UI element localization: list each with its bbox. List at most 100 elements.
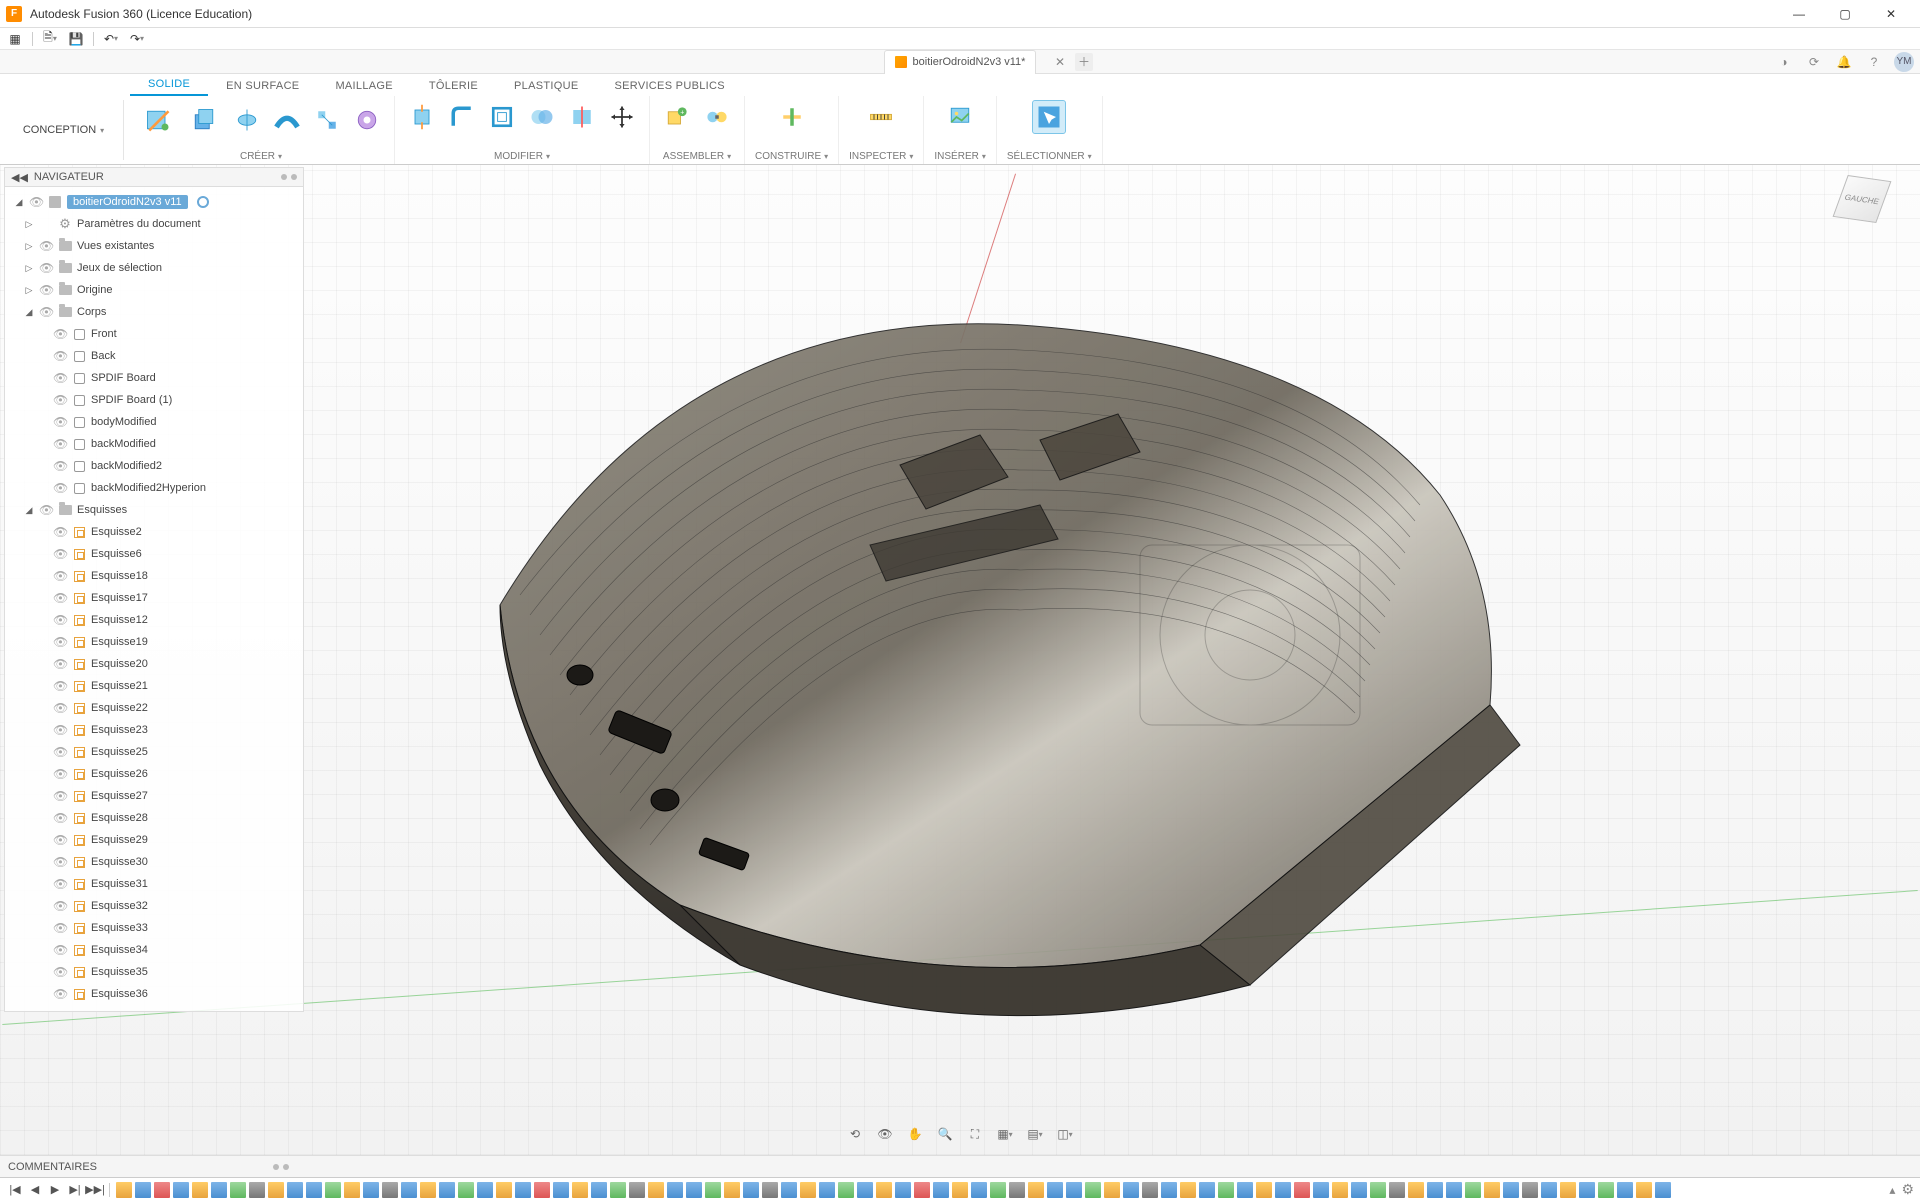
shell-tool[interactable]	[485, 100, 519, 134]
visibility-eye-icon[interactable]: 👁	[53, 921, 67, 935]
timeline-feature[interactable]	[1332, 1182, 1348, 1198]
timeline-feature[interactable]	[1408, 1182, 1424, 1198]
tree-body-backmodified2hyperion[interactable]: 👁backModified2Hyperion	[5, 477, 303, 499]
timeline-feature[interactable]	[496, 1182, 512, 1198]
visibility-eye-icon[interactable]: 👁	[53, 613, 67, 627]
notifications-icon[interactable]: 🔔	[1834, 52, 1854, 72]
visibility-eye-icon[interactable]: 👁	[39, 503, 53, 517]
timeline-feature[interactable]	[192, 1182, 208, 1198]
timeline-feature[interactable]	[914, 1182, 930, 1198]
combine-tool[interactable]	[525, 100, 559, 134]
emboss-tool[interactable]	[350, 103, 384, 137]
extrude-tool[interactable]	[184, 100, 224, 140]
tree-item-paramètres-du-document[interactable]: ▷⚙Paramètres du document	[5, 213, 303, 235]
construct-tool[interactable]	[775, 100, 809, 134]
activate-radio-icon[interactable]	[197, 196, 209, 208]
viewports-button[interactable]: ◫▾	[1054, 1123, 1076, 1145]
tree-body-spdif-board-1-[interactable]: 👁SPDIF Board (1)	[5, 389, 303, 411]
timeline-feature[interactable]	[857, 1182, 873, 1198]
timeline-feature[interactable]	[1446, 1182, 1462, 1198]
help-icon[interactable]: ?	[1864, 52, 1884, 72]
browser-header[interactable]: ◀◀ NAVIGATEUR	[4, 167, 304, 187]
expand-triangle-icon[interactable]: ◢	[24, 307, 34, 318]
tree-body-front[interactable]: 👁Front	[5, 323, 303, 345]
timeline-feature[interactable]	[1598, 1182, 1614, 1198]
timeline-feature[interactable]	[838, 1182, 854, 1198]
group-label-selectionner[interactable]: SÉLECTIONNER▾	[1007, 151, 1092, 162]
timeline-feature[interactable]	[591, 1182, 607, 1198]
visibility-eye-icon[interactable]: 👁	[53, 745, 67, 759]
revolve-tool[interactable]	[230, 103, 264, 137]
tree-sketch-esquisse34[interactable]: 👁Esquisse34	[5, 939, 303, 961]
timeline-feature[interactable]	[667, 1182, 683, 1198]
tree-sketch-esquisse25[interactable]: 👁Esquisse25	[5, 741, 303, 763]
new-component-tool[interactable]: +	[660, 100, 694, 134]
tree-folder-esquisses[interactable]: ◢👁Esquisses	[5, 499, 303, 521]
tree-sketch-esquisse20[interactable]: 👁Esquisse20	[5, 653, 303, 675]
pan-button[interactable]: ✋	[904, 1123, 926, 1145]
tree-sketch-esquisse6[interactable]: 👁Esquisse6	[5, 543, 303, 565]
timeline-feature[interactable]	[1256, 1182, 1272, 1198]
timeline-feature[interactable]	[1655, 1182, 1671, 1198]
visibility-eye-icon[interactable]: 👁	[53, 459, 67, 473]
timeline-feature[interactable]	[819, 1182, 835, 1198]
tree-sketch-esquisse21[interactable]: 👁Esquisse21	[5, 675, 303, 697]
tree-sketch-esquisse18[interactable]: 👁Esquisse18	[5, 565, 303, 587]
visibility-eye-icon[interactable]: 👁	[53, 547, 67, 561]
timeline-feature[interactable]	[154, 1182, 170, 1198]
tree-body-back[interactable]: 👁Back	[5, 345, 303, 367]
grid-button[interactable]: ▤▾	[1024, 1123, 1046, 1145]
timeline-feature[interactable]	[876, 1182, 892, 1198]
tree-body-backmodified2[interactable]: 👁backModified2	[5, 455, 303, 477]
timeline-feature[interactable]	[800, 1182, 816, 1198]
timeline-feature[interactable]	[1313, 1182, 1329, 1198]
tree-item-origine[interactable]: ▷👁Origine	[5, 279, 303, 301]
timeline-feature[interactable]	[344, 1182, 360, 1198]
group-label-construire[interactable]: CONSTRUIRE▾	[755, 151, 828, 162]
visibility-eye-icon[interactable]: 👁	[39, 305, 53, 319]
visibility-eye-icon[interactable]: 👁	[53, 569, 67, 583]
ribbon-tab-surface[interactable]: EN SURFACE	[208, 76, 317, 96]
tree-item-jeux-de-sélection[interactable]: ▷👁Jeux de sélection	[5, 257, 303, 279]
expand-triangle-icon[interactable]: ▷	[24, 285, 34, 296]
visibility-eye-icon[interactable]: 👁	[53, 855, 67, 869]
tree-sketch-esquisse32[interactable]: 👁Esquisse32	[5, 895, 303, 917]
ribbon-tab-plastique[interactable]: PLASTIQUE	[496, 76, 596, 96]
timeline-end-button[interactable]: ▶▶|	[86, 1181, 104, 1199]
timeline-feature[interactable]	[553, 1182, 569, 1198]
timeline-feature[interactable]	[1560, 1182, 1576, 1198]
zoom-button[interactable]: 🔍	[934, 1123, 956, 1145]
visibility-eye-icon[interactable]: 👁	[53, 349, 67, 363]
group-label-inserer[interactable]: INSÉRER▾	[934, 151, 985, 162]
timeline-feature[interactable]	[1047, 1182, 1063, 1198]
comments-bar[interactable]: COMMENTAIRES	[0, 1155, 1920, 1177]
expand-triangle-icon[interactable]: ▷	[24, 219, 34, 230]
timeline-feature[interactable]	[1275, 1182, 1291, 1198]
visibility-eye-icon[interactable]: 👁	[53, 525, 67, 539]
press-pull-tool[interactable]	[405, 100, 439, 134]
orbit-button[interactable]: ⟲	[844, 1123, 866, 1145]
visibility-eye-icon[interactable]: 👁	[53, 657, 67, 671]
maximize-button[interactable]: ▢	[1822, 0, 1868, 28]
visibility-eye-icon[interactable]: 👁	[53, 415, 67, 429]
data-panel-button[interactable]: ▦	[4, 29, 26, 49]
visibility-eye-icon[interactable]: 👁	[53, 811, 67, 825]
timeline-feature[interactable]	[572, 1182, 588, 1198]
timeline-feature[interactable]	[1579, 1182, 1595, 1198]
ribbon-tab-tolerie[interactable]: TÔLERIE	[411, 76, 496, 96]
timeline-feature[interactable]	[325, 1182, 341, 1198]
close-tab-button[interactable]: ✕	[1055, 55, 1065, 69]
tree-sketch-esquisse31[interactable]: 👁Esquisse31	[5, 873, 303, 895]
timeline-feature[interactable]	[477, 1182, 493, 1198]
timeline-feature[interactable]	[306, 1182, 322, 1198]
tree-sketch-esquisse23[interactable]: 👁Esquisse23	[5, 719, 303, 741]
timeline-settings-button[interactable]: ⚙	[1901, 1181, 1914, 1198]
tree-sketch-esquisse27[interactable]: 👁Esquisse27	[5, 785, 303, 807]
tree-sketch-esquisse36[interactable]: 👁Esquisse36	[5, 983, 303, 1005]
tree-folder-corps[interactable]: ◢👁Corps	[5, 301, 303, 323]
close-button[interactable]: ✕	[1868, 0, 1914, 28]
group-label-assembler[interactable]: ASSEMBLER▾	[663, 151, 731, 162]
joint-tool[interactable]	[700, 100, 734, 134]
expand-triangle-icon[interactable]: ◢	[24, 505, 34, 516]
visibility-eye-icon[interactable]: 👁	[53, 789, 67, 803]
